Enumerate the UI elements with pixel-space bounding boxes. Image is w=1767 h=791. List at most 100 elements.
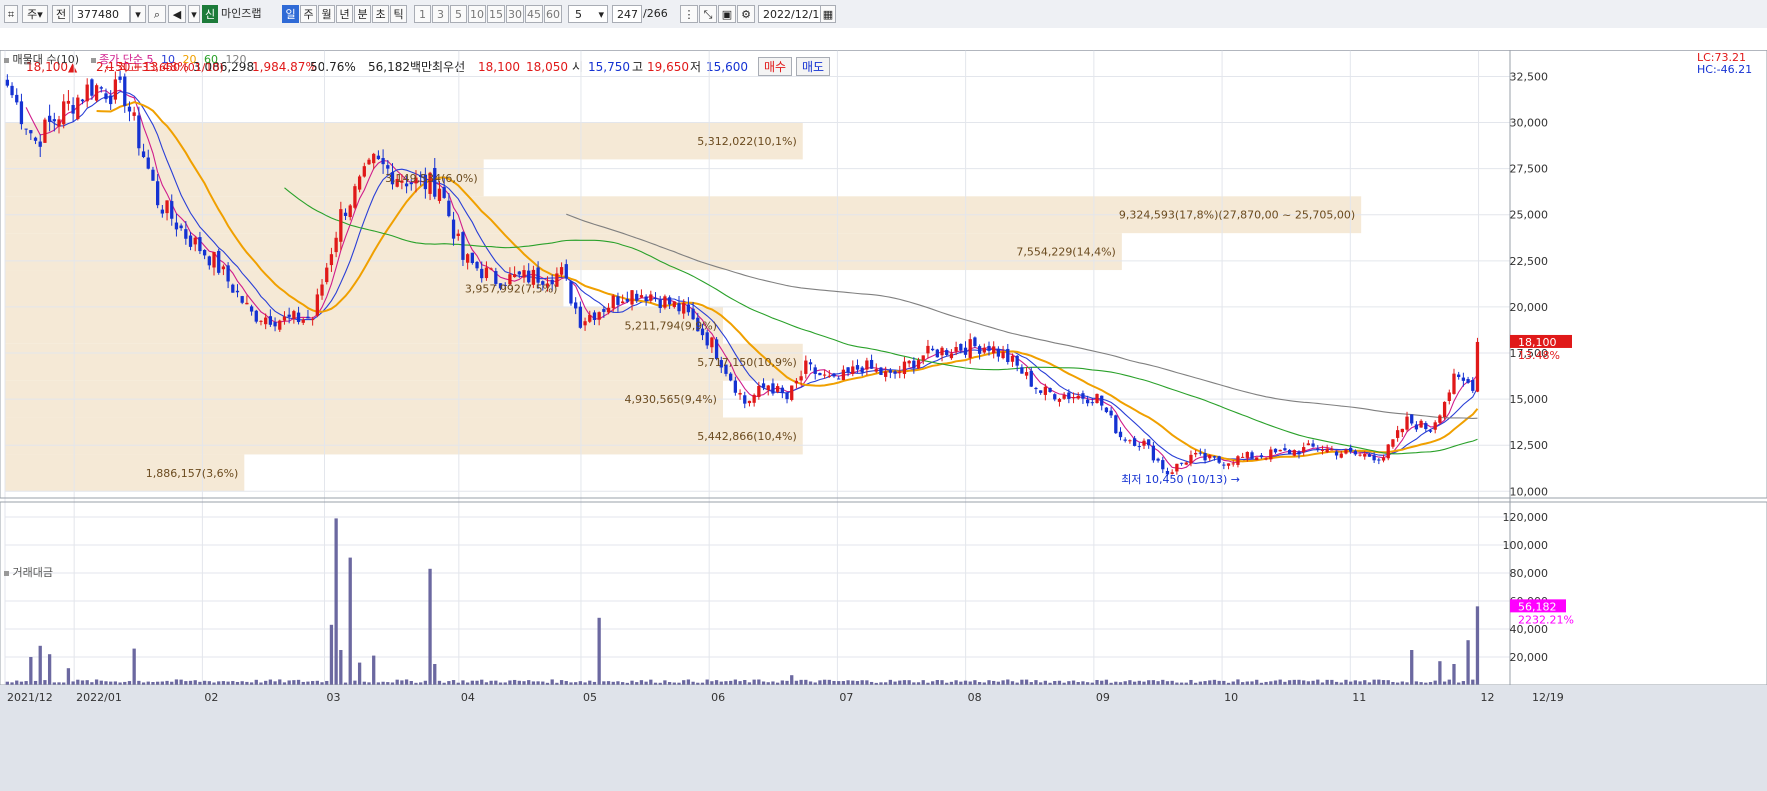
code-dropdown-icon[interactable]: ▾ (130, 5, 146, 23)
volume-bar (1386, 680, 1390, 685)
candle-body (1132, 438, 1137, 446)
volume-bar (1198, 681, 1202, 685)
minute-45-button[interactable]: 45 (525, 5, 543, 23)
candle-body (606, 307, 611, 313)
volume-bar (602, 681, 606, 685)
volume-bar (127, 681, 132, 685)
volume-bar (1165, 681, 1170, 685)
minute-10-button[interactable]: 10 (468, 5, 486, 23)
candle-body (264, 317, 268, 325)
candle-body (62, 101, 66, 125)
candle-body (348, 205, 352, 218)
period-tick-tab[interactable]: 틱 (390, 5, 407, 23)
legend-box-icon (4, 570, 9, 576)
volume-bar (94, 679, 99, 685)
volume-profile-label: 9,324,593(17,8%)(27,870,00 ~ 25,705,00) (1119, 209, 1355, 222)
last-change-label: 13.48% (1518, 349, 1560, 362)
stock-code-input[interactable]: 377480 (72, 5, 130, 23)
period-week-tab[interactable]: 주 (300, 5, 317, 23)
volume-bar (606, 681, 611, 685)
candle-body (682, 302, 686, 314)
minute-15-button[interactable]: 15 (487, 5, 505, 23)
period-minute-tab[interactable]: 분 (354, 5, 371, 23)
candle-body (1344, 449, 1348, 454)
new-listing-badge: 신 (202, 5, 218, 23)
candle-body (1090, 402, 1094, 404)
market-select[interactable]: 주▾ (22, 5, 48, 23)
volume-bar (733, 679, 738, 685)
volume-bar (682, 680, 686, 685)
volume-bar (1236, 679, 1240, 685)
candle-body (672, 301, 676, 308)
period-year-tab[interactable]: 년 (336, 5, 353, 23)
volume-bar (1273, 680, 1278, 685)
candle-body (1137, 446, 1141, 448)
price-tick-label: 27,500 (1510, 163, 1549, 176)
speaker-dropdown-icon[interactable]: ▾ (188, 5, 200, 23)
candle-body (1273, 448, 1278, 453)
stock-chart[interactable]: 10,00012,50015,00017,50020,00022,50025,0… (0, 50, 1767, 791)
volume-profile-label: 1,886,157(3,6%) (146, 467, 239, 480)
candle-body (381, 158, 385, 165)
volume-bar (1137, 680, 1141, 685)
market-label: 주 (27, 8, 38, 21)
volume-profile-label: 7,554,229(14,4%) (1016, 246, 1116, 259)
calendar-icon[interactable]: ▦ (820, 5, 836, 23)
code-prefix[interactable]: 전 (52, 5, 70, 23)
date-axis-band (0, 685, 1767, 791)
minute-3-button[interactable]: 3 (432, 5, 449, 23)
candle-body (442, 187, 446, 198)
volume-bar (85, 680, 89, 685)
candle-body (1226, 463, 1231, 466)
candle-body (855, 365, 860, 370)
candle-body (470, 252, 474, 263)
trend-tool-icon[interactable]: ⤡ (699, 5, 717, 23)
volume-bar (550, 679, 554, 685)
volume-bar (400, 680, 404, 685)
volume-bar (559, 680, 564, 685)
minute-60-button[interactable]: 60 (544, 5, 562, 23)
volume-bar (1142, 681, 1146, 685)
candle-body (1269, 449, 1273, 460)
candle-body (869, 359, 874, 369)
save-icon[interactable]: ▣ (718, 5, 736, 23)
candle-body (808, 362, 813, 365)
period-day-tab[interactable]: 일 (282, 5, 299, 23)
minute-5-button[interactable]: 5 (450, 5, 467, 23)
chart-menu-icon[interactable]: ⌗ (4, 5, 18, 23)
volume-bar (1006, 679, 1010, 685)
volume-bar (395, 679, 399, 685)
candle-body (733, 380, 738, 393)
candle-body (785, 392, 789, 400)
volume-bar (686, 679, 691, 685)
volume-bar (1245, 681, 1249, 685)
candle-body (1278, 449, 1282, 452)
count-select[interactable]: 5 ▾ (568, 5, 608, 23)
candle-body (677, 303, 681, 312)
price-tick-label: 22,500 (1510, 255, 1549, 268)
candle-body (57, 119, 61, 127)
candle-body (160, 209, 164, 214)
volume-bar (43, 680, 47, 685)
settings-gear-icon[interactable]: ⚙ (737, 5, 755, 23)
period-month-tab[interactable]: 월 (318, 5, 335, 23)
candle-body (752, 394, 756, 403)
bar-count-input[interactable]: 247 (612, 5, 642, 23)
search-icon[interactable]: ⌕ (148, 5, 166, 23)
speaker-icon[interactable]: ◀ (168, 5, 186, 23)
volume-bar (226, 681, 230, 685)
volume-bar (193, 680, 197, 685)
minute-30-button[interactable]: 30 (506, 5, 524, 23)
candle-body (198, 237, 202, 252)
candle-body (217, 250, 221, 273)
volume-bar (1452, 664, 1456, 685)
volume-tick-label: 100,000 (1503, 539, 1549, 552)
volume-bar (1020, 679, 1024, 685)
candle-body (1010, 355, 1015, 362)
minute-1-button[interactable]: 1 (414, 5, 431, 23)
crosshair-icon[interactable]: ⋮ (680, 5, 698, 23)
period-second-tab[interactable]: 초 (372, 5, 389, 23)
volume-bar (437, 680, 442, 685)
candle-body (705, 332, 709, 346)
volume-bar (137, 680, 141, 685)
